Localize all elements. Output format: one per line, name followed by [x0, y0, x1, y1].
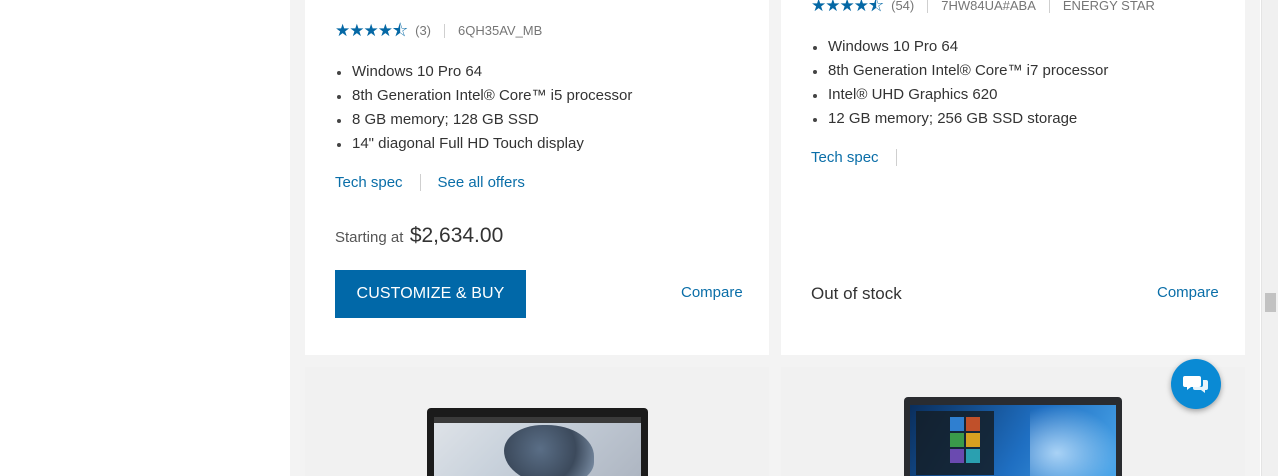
- star-half-icon: ⯪: [868, 0, 884, 15]
- energy-star-badge: ENERGY STAR: [1062, 0, 1155, 13]
- customize-buy-button[interactable]: CUSTOMIZE & BUY: [335, 270, 526, 318]
- tile-graphic: [966, 433, 980, 447]
- product-price: Starting at $2,634.00: [335, 224, 503, 248]
- app-toolbar-graphic: [434, 417, 641, 423]
- star-icon: ★: [825, 0, 840, 15]
- divider: [419, 174, 421, 191]
- compare-link[interactable]: Compare: [681, 284, 743, 301]
- chat-icon: [1183, 376, 1208, 393]
- spec-item: 14" diagonal Full HD Touch display: [335, 132, 632, 156]
- tile-graphic: [966, 449, 980, 463]
- spec-item: Intel® UHD Graphics 620: [811, 83, 1108, 107]
- star-icon: ★: [335, 21, 350, 40]
- product-specs: Windows 10 Pro 64 8th Generation Intel® …: [811, 35, 1108, 131]
- star-icon: ★: [363, 21, 379, 40]
- compare-link[interactable]: Compare: [1157, 284, 1219, 301]
- price-prefix: Starting at: [335, 229, 404, 246]
- divider: [895, 149, 897, 166]
- rating-stars[interactable]: ★ ★ ★ ★ ⯪: [811, 0, 884, 15]
- spec-item: 8th Generation Intel® Core™ i5 processor: [335, 84, 632, 108]
- product-sku: 7HW84UA#ABA: [941, 0, 1036, 13]
- product-specs: Windows 10 Pro 64 8th Generation Intel® …: [335, 60, 632, 156]
- rating-count[interactable]: (54): [891, 0, 914, 13]
- tile-graphic: [966, 417, 980, 431]
- price-amount: $2,634.00: [409, 224, 504, 247]
- scrollbar-thumb[interactable]: [1265, 293, 1276, 312]
- laptop-screen-image: [434, 417, 641, 476]
- chat-button[interactable]: [1171, 359, 1221, 409]
- divider: [927, 0, 929, 13]
- page-scrollbar[interactable]: [1261, 0, 1278, 476]
- stock-status: Out of stock: [811, 284, 902, 303]
- tile-graphic: [950, 417, 964, 431]
- star-icon: ★: [377, 21, 393, 40]
- spec-item: Windows 10 Pro 64: [335, 60, 632, 84]
- product-links: Tech spec See all offers: [335, 174, 525, 191]
- laptop-screen-image: [910, 405, 1116, 476]
- star-icon: ★: [811, 0, 826, 15]
- product-sku: 6QH35AV_MB: [458, 23, 543, 38]
- rating-stars[interactable]: ★ ★ ★ ★ ⯪: [335, 21, 408, 40]
- see-all-offers-link[interactable]: See all offers: [438, 174, 525, 191]
- tech-spec-link[interactable]: Tech spec: [335, 174, 403, 191]
- spec-item: Windows 10 Pro 64: [811, 35, 1108, 59]
- product-image[interactable]: [904, 397, 1122, 476]
- divider: [1048, 0, 1050, 13]
- windows-wallpaper-graphic: [1030, 405, 1116, 476]
- product-links: Tech spec: [811, 149, 914, 166]
- spec-item: 8 GB memory; 128 GB SSD: [335, 108, 632, 132]
- star-icon: ★: [349, 21, 364, 40]
- spec-item: 8th Generation Intel® Core™ i7 processor: [811, 59, 1108, 83]
- spec-item: 12 GB memory; 256 GB SSD storage: [811, 107, 1108, 131]
- tile-graphic: [950, 433, 964, 447]
- start-menu-graphic: [916, 411, 994, 475]
- product-rating-row: ★ ★ ★ ★ ⯪ (54) 7HW84UA#ABA ENERGY STAR: [811, 0, 1155, 14]
- star-icon: ★: [839, 0, 855, 15]
- tech-spec-link[interactable]: Tech spec: [811, 149, 879, 166]
- tile-graphic: [950, 449, 964, 463]
- star-icon: ★: [853, 0, 869, 15]
- product-rating-row: ★ ★ ★ ★ ⯪ (3) 6QH35AV_MB: [335, 22, 542, 39]
- artwork-graphic: [504, 425, 594, 476]
- star-half-icon: ⯪: [392, 21, 408, 40]
- product-image[interactable]: [427, 408, 648, 476]
- rating-count[interactable]: (3): [415, 23, 431, 38]
- divider: [444, 23, 445, 38]
